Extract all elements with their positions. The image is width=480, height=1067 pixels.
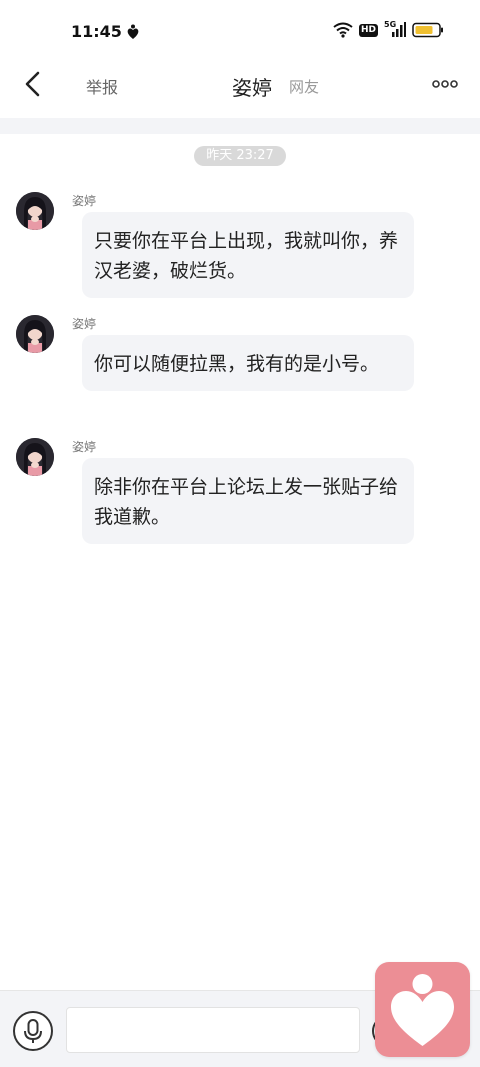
nav-divider xyxy=(0,118,480,134)
more-dots-icon[interactable] xyxy=(432,74,458,94)
sender-name: 姿婷 xyxy=(72,194,97,208)
battery-icon xyxy=(412,22,443,38)
hd-badge: HD xyxy=(358,23,378,37)
avatar[interactable] xyxy=(16,315,54,353)
voice-button[interactable] xyxy=(13,1011,53,1051)
floating-app-button[interactable] xyxy=(375,962,470,1057)
chevron-left-icon[interactable] xyxy=(20,70,48,98)
message-input[interactable] xyxy=(66,1007,360,1053)
microphone-icon xyxy=(24,1019,42,1043)
avatar[interactable] xyxy=(16,438,54,476)
avatar[interactable] xyxy=(16,192,54,230)
message-bubble[interactable]: 除非你在平台上论坛上发一张贴子给我道歉。 xyxy=(82,458,414,544)
signal-icon: 5G xyxy=(384,20,406,38)
chat-subtitle: 网友 xyxy=(289,78,320,96)
sender-name: 姿婷 xyxy=(72,317,97,331)
notification-app-icon xyxy=(127,24,139,39)
status-time: 11:45 xyxy=(71,22,122,41)
report-button[interactable]: 举报 xyxy=(86,74,118,98)
chat-title: 姿婷 xyxy=(232,76,272,100)
wifi-icon xyxy=(333,22,353,38)
status-icons: HD 5G xyxy=(333,20,444,38)
chat-area[interactable]: 昨天 23:27 姿婷 只要你在平台上出现，我就叫你，养汉老婆，破烂货。 姿婷 xyxy=(0,134,480,990)
nav-bar: 举报 姿婷 网友 xyxy=(0,62,480,118)
message-bubble[interactable]: 只要你在平台上出现，我就叫你，养汉老婆，破烂货。 xyxy=(82,212,414,298)
message-timestamp: 昨天 23:27 xyxy=(194,146,286,166)
heart-person-icon xyxy=(391,974,454,1046)
message-bubble[interactable]: 你可以随便拉黑，我有的是小号。 xyxy=(82,335,414,391)
status-bar: 11:45 HD 5G xyxy=(0,0,480,62)
sender-name: 姿婷 xyxy=(72,440,97,454)
